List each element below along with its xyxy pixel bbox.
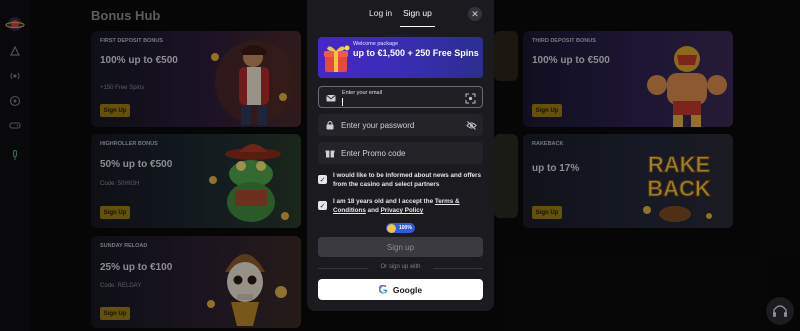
terms-text-mid: and: [365, 207, 381, 214]
auth-tabs: Log in Sign up: [307, 8, 494, 27]
bonus-card-sunday-reload[interactable]: SUNDAY RELOAD 25% up to €100 Code: RELDA…: [91, 236, 301, 328]
sign-up-button[interactable]: Sign Up: [100, 307, 130, 320]
password-placeholder: Enter your password: [341, 121, 415, 130]
mail-icon: [326, 95, 336, 102]
bonus-card-third-deposit[interactable]: THIRD DEPOSIT BONUS 100% up to €500 Sign…: [523, 31, 733, 127]
bonus-card-hidden-2: [494, 134, 518, 218]
promo-kicker: Welcome package: [353, 41, 399, 47]
active-tab-indicator: [400, 26, 435, 27]
google-label: Google: [392, 284, 423, 295]
bonus-card-hidden-1: [494, 31, 518, 81]
promo-code-placeholder: Enter Promo code: [341, 149, 406, 158]
tab-log-in[interactable]: Log in: [369, 8, 392, 18]
promo-headline: up to €1,500 + 250 Free Spins: [353, 48, 479, 58]
svg-text:RAKE: RAKE: [648, 152, 710, 177]
left-icon-rail: [0, 0, 30, 331]
lock-icon: [326, 121, 334, 130]
page-title: Bonus Hub: [91, 8, 161, 23]
progress-text: 100%: [399, 225, 412, 231]
logo-icon[interactable]: [5, 14, 25, 34]
support-chat-button[interactable]: [766, 297, 794, 325]
or-divider: Or sign up with: [318, 264, 483, 272]
svg-text:BACK: BACK: [647, 176, 711, 201]
microphone-icon[interactable]: [9, 149, 21, 161]
headset-icon: [773, 305, 787, 317]
close-icon[interactable]: ✕: [468, 7, 482, 21]
card-subtitle: Code: RELDAY: [100, 283, 142, 289]
google-signin-button[interactable]: Google: [318, 279, 483, 300]
terms-consent-text: I am 18 years old and I accept the Terms…: [333, 197, 483, 215]
scan-icon[interactable]: [465, 93, 476, 104]
eye-off-icon[interactable]: [466, 120, 477, 131]
sign-up-button[interactable]: Sign up: [318, 237, 483, 257]
sign-up-button[interactable]: Sign Up: [100, 104, 130, 117]
email-label: Enter your email: [342, 90, 383, 96]
card-title: 100% up to €500: [100, 55, 178, 66]
news-consent-text: I would like to be informed about news a…: [333, 172, 481, 188]
card-tag: FIRST DEPOSIT BONUS: [100, 38, 163, 44]
card-tag: THIRD DEPOSIT BONUS: [532, 38, 596, 44]
card-tag: HIGHROLLER BONUS: [100, 141, 158, 147]
wrestler-artwork: [647, 46, 727, 127]
skull-artwork: [207, 254, 287, 326]
live-icon[interactable]: [9, 70, 21, 82]
bonus-card-first-deposit[interactable]: FIRST DEPOSIT BONUS 100% up to €500 +150…: [91, 31, 301, 127]
sign-up-button[interactable]: Sign Up: [100, 206, 130, 219]
rakeback-artwork: RAKE BACK: [643, 152, 712, 222]
terms-checkbox[interactable]: ✓: [318, 201, 327, 210]
tab-sign-up[interactable]: Sign up: [403, 8, 432, 18]
google-icon: [378, 285, 388, 294]
sign-up-button[interactable]: Sign Up: [532, 104, 562, 117]
gift-box-icon: [324, 45, 350, 72]
card-title: 100% up to €500: [532, 55, 610, 66]
bonus-hub-page: Bonus Hub FIRST DEPOSIT BONUS 100% up to…: [0, 0, 800, 331]
gift-icon: [325, 150, 335, 158]
text-caret: [342, 98, 343, 106]
games-icon[interactable]: [9, 119, 21, 131]
welcome-package-banner: Welcome package up to €1,500 + 250 Free …: [318, 37, 483, 78]
promo-code-field[interactable]: Enter Promo code: [318, 142, 483, 164]
frog-artwork: [209, 144, 289, 222]
card-title: up to 17%: [532, 163, 580, 174]
signup-modal: Log in Sign up ✕ Welcome package up to €…: [307, 0, 494, 311]
bonus-card-highroller[interactable]: HIGHROLLER BONUS 50% up to €500 Code: 50…: [91, 134, 301, 228]
card-subtitle: +150 Free Spins: [100, 85, 145, 91]
pirate-artwork: [211, 40, 295, 125]
card-title: 25% up to €100: [100, 262, 173, 273]
bonus-card-rakeback[interactable]: RAKEBACK up to 17% Sign Up RAKE BACK: [523, 134, 733, 228]
card-title: 50% up to €500: [100, 159, 173, 170]
promo-icon[interactable]: [9, 45, 21, 57]
coin-icon: [387, 223, 396, 233]
card-subtitle: Code: 50HIGH: [100, 181, 140, 187]
terms-text-pre: I am 18 years old and I accept the: [333, 198, 435, 205]
privacy-link[interactable]: Privacy Policy: [381, 207, 424, 214]
email-field[interactable]: Enter your email: [318, 86, 483, 108]
progress-badge: 100%: [386, 223, 415, 233]
news-checkbox[interactable]: ✓: [318, 175, 327, 184]
password-field[interactable]: Enter your password: [318, 114, 483, 136]
sports-icon[interactable]: [9, 95, 21, 107]
card-tag: RAKEBACK: [532, 141, 564, 147]
card-tag: SUNDAY RELOAD: [100, 243, 148, 249]
sign-up-button[interactable]: Sign Up: [532, 206, 562, 219]
